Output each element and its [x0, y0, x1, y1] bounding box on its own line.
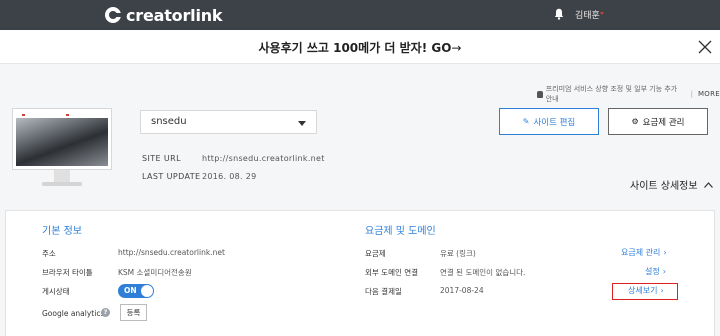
chevron-up-icon: [703, 181, 713, 188]
browser-title-label: 브라우저 타이틀: [42, 268, 93, 277]
plan-domain-title: 요금제 및 도메인: [365, 226, 436, 237]
google-analytics-label: Google analytics: [42, 309, 105, 318]
address-value[interactable]: http://snsedu.creatorlink.net: [118, 248, 225, 257]
close-icon[interactable]: [698, 40, 712, 54]
user-name[interactable]: 김태훈: [575, 8, 600, 21]
last-update-label: LAST UPDATE: [142, 172, 201, 181]
next-payment-label: 다음 결제일: [365, 287, 402, 296]
help-icon[interactable]: ?: [101, 308, 110, 317]
promo-message: 사용후기 쓰고 100메가 더 받자! GO: [258, 41, 452, 55]
gear-icon: ⚙: [631, 117, 639, 126]
external-domain-value: 연결 된 도메인이 없습니다.: [440, 268, 526, 277]
analytics-register-button[interactable]: 등록: [120, 304, 147, 321]
service-notice[interactable]: 프리미엄 서비스 상향 조정 및 일부 기능 추가 안내 | MORE: [537, 84, 720, 104]
manage-plan-button[interactable]: ⚙ 요금제 관리: [608, 108, 708, 135]
browser-title-value: KSM 소셜미디어전송원: [118, 268, 192, 277]
domain-settings-link[interactable]: 설정 ›: [645, 266, 666, 277]
site-detail-label: 사이트 상세정보: [630, 181, 698, 192]
site-url-label: SITE URL: [142, 154, 181, 163]
edit-site-button[interactable]: ✎ 사이트 편집: [499, 108, 599, 135]
highlight-box: [612, 283, 678, 300]
notice-divider: |: [690, 90, 693, 98]
edit-site-label: 사이트 편집: [533, 117, 576, 128]
user-menu-caret-icon[interactable]: [600, 12, 604, 15]
logo-mark-icon: [105, 7, 122, 23]
manage-plan-link-label: 요금제 관리: [621, 248, 661, 257]
external-domain-label: 외부 도메인 연결: [365, 268, 419, 277]
site-select-dropdown[interactable]: snsedu: [140, 110, 317, 134]
publish-status-label: 게시상태: [42, 287, 70, 296]
creatorlink-logo[interactable]: creatorlink: [105, 5, 223, 25]
address-label: 주소: [42, 249, 56, 258]
chevron-down-icon: [298, 121, 306, 126]
chevron-right-icon: ›: [662, 267, 666, 276]
preview-header-bar: [16, 112, 108, 118]
selected-site: snsedu: [151, 116, 187, 127]
more-link[interactable]: MORE: [698, 90, 720, 98]
domain-settings-link-label: 설정: [645, 267, 660, 276]
preview-dot: [66, 114, 69, 116]
notice-text: 프리미엄 서비스 상향 조정 및 일부 기능 추가 안내: [545, 85, 678, 103]
manage-plan-link[interactable]: 요금제 관리 ›: [621, 247, 667, 258]
promo-banner[interactable]: 사용후기 쓰고 100메가 더 받자! GO→: [0, 30, 720, 64]
pencil-icon: ✎: [522, 117, 530, 126]
monitor-base: [42, 182, 82, 186]
bell-icon: [537, 90, 543, 98]
toggle-on-label: ON: [124, 286, 137, 295]
brand-name: creatorlink: [126, 5, 223, 25]
site-detail-panel: [5, 210, 715, 336]
basic-info-title: 기본 정보: [42, 226, 82, 237]
plan-value: 유료 (링크): [440, 249, 476, 258]
top-navigation-bar: creatorlink 김태훈: [0, 0, 720, 30]
chevron-right-icon: ›: [663, 248, 667, 257]
promo-text[interactable]: 사용후기 쓰고 100메가 더 받자! GO→: [0, 39, 720, 56]
publish-toggle[interactable]: ON: [118, 284, 154, 298]
manage-plan-label: 요금제 관리: [642, 117, 685, 128]
next-payment-value: 2017-08-24: [440, 286, 484, 295]
site-thumbnail[interactable]: [12, 108, 112, 188]
plan-label: 요금제: [365, 249, 386, 258]
site-detail-toggle[interactable]: 사이트 상세정보: [630, 177, 713, 192]
site-preview-image: [16, 112, 108, 166]
register-label: 등록: [126, 308, 141, 317]
last-update-value: 2016. 08. 29: [202, 172, 257, 181]
toggle-knob: [141, 285, 153, 297]
monitor-screen: [12, 108, 112, 170]
preview-dot: [22, 114, 25, 116]
site-url-value[interactable]: http://snsedu.creatorlink.net: [202, 154, 325, 163]
arrow-right-icon: →: [451, 41, 462, 55]
bell-icon[interactable]: [554, 8, 564, 20]
